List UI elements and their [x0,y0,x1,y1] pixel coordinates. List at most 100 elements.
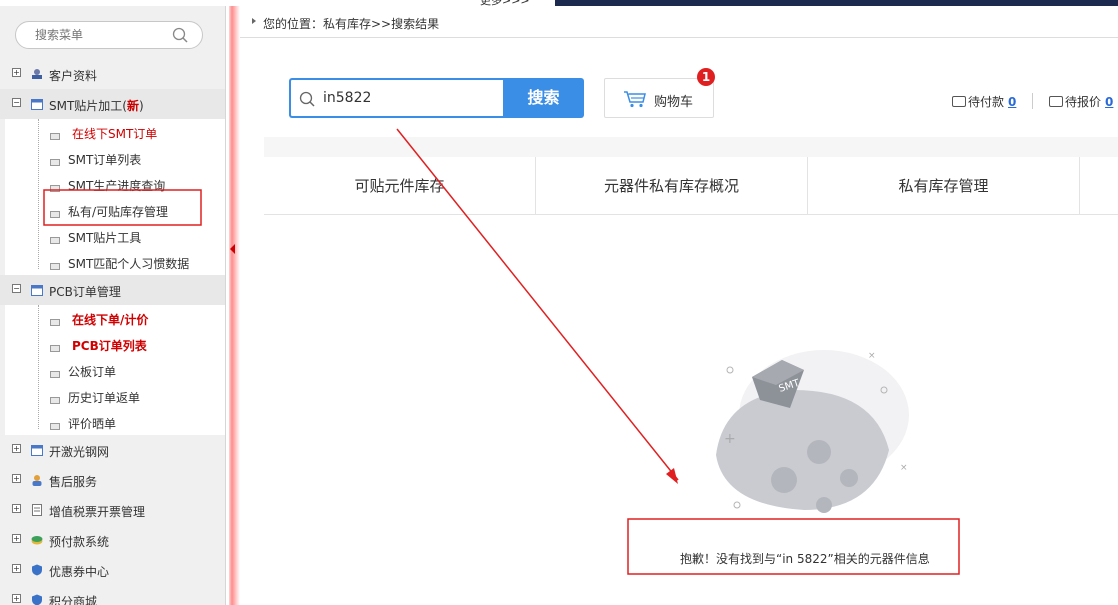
cart-button[interactable]: 购物车 [604,78,714,118]
search-icon [299,91,315,107]
sidebar-item-label: SMT生产进度查询 [68,179,166,193]
sidebar-item-smt-tools[interactable]: SMT贴片工具 [0,223,225,249]
expand-toggle-icon[interactable]: + [12,504,21,513]
sidebar-item-private-inventory[interactable]: 私有/可贴库存管理 [0,197,225,223]
pending-quote-label: 待报价 [1065,95,1102,109]
tab-private-inventory-overview[interactable]: 元器件私有库存概况 [536,157,808,215]
document-icon [50,237,60,244]
sidebar-item-smt-habits[interactable]: SMT匹配个人习惯数据 [0,249,225,275]
search-results-area: SMT + × × 抱歉！没有找到与“in 5822”相关的元器件信息 [264,215,1118,605]
search-button[interactable]: 搜索 [503,78,584,118]
sidebar-group-stencil[interactable]: + 开激光钢网 [0,435,225,465]
svg-text:×: × [900,463,908,473]
svg-text:+: + [724,431,736,447]
sidebar: + 客户资料 − SMT贴片加工(新) 在线下SMT订单 SMT订单列表 SMT… [0,6,226,605]
document-icon [50,211,60,218]
cart-label: 购物车 [654,95,694,110]
quote-icon [1049,96,1064,107]
sidebar-group-invoice[interactable]: + 增值税票开票管理 [0,495,225,525]
sidebar-item-reviews[interactable]: 评价晒单 [0,409,225,435]
document-icon [50,133,60,140]
sidebar-item-label: SMT贴片工具 [68,231,142,245]
breadcrumb: 您的位置：私有库存>>搜索结果 [240,6,1118,38]
document-icon [50,371,60,378]
person-icon [32,475,42,486]
sidebar-group-coupon[interactable]: + 优惠券中心 [0,555,225,585]
sidebar-item-label: 公板订单 [68,365,117,379]
part-search-box[interactable] [289,78,503,118]
collapse-arrow-icon[interactable] [230,244,235,254]
part-search-input[interactable] [323,88,493,108]
order-status-summary: 待付款 0 待报价 0 [952,93,1113,110]
document-icon [50,397,60,404]
expand-toggle-icon[interactable]: + [12,68,21,77]
calendar-icon [31,99,43,110]
empty-result-message: 抱歉！没有找到与“in 5822”相关的元器件信息 [680,552,930,566]
empty-result-illustration: SMT + × × [716,350,909,513]
main-content: 搜索 购物车 1 待付款0 待报价0 可贴元件库存 元器件私有库存概况 私有库存… [264,57,1118,605]
sidebar-item-label: 私有/可贴库存管理 [68,205,169,219]
shield-icon [32,564,42,576]
sidebar-item-smt-order[interactable]: 在线下SMT订单 [0,119,225,145]
triangle-icon [252,18,256,24]
document-icon [50,423,60,430]
pending-pay-label: 待付款 [968,95,1005,109]
search-bar: 搜索 购物车 1 待付款0 待报价0 [264,57,1118,137]
new-tag: 新 [126,99,139,113]
document-icon [50,159,60,166]
sidebar-group-label: SMT贴片加工( [49,99,127,113]
sidebar-group-points-mall[interactable]: + 积分商城 [0,585,225,605]
sidebar-item-label: 历史订单返单 [68,391,141,405]
sidebar-group-prepay[interactable]: + 预付款系统 [0,525,225,555]
expand-toggle-icon[interactable]: + [12,594,21,603]
breadcrumb-text: 您的位置：私有库存>>搜索结果 [263,17,440,31]
document-icon [50,345,60,352]
cart-icon [624,91,646,108]
calendar-icon [31,285,43,296]
sidebar-item-label: 在线下SMT订单 [72,127,158,141]
cart-count-badge: 1 [697,68,715,86]
document-icon [50,319,60,326]
sidebar-group-label: PCB订单管理 [49,285,121,299]
sidebar-group-aftersale[interactable]: + 售后服务 [0,465,225,495]
sidebar-group-label: 优惠券中心 [49,565,110,579]
sidebar-item-history-reorder[interactable]: 历史订单返单 [0,383,225,409]
sidebar-group-label: 积分商城 [49,595,98,605]
sidebar-item-label: SMT匹配个人习惯数据 [68,257,190,271]
sidebar-item-label: 在线下单/计价 [72,313,149,327]
sidebar-item-label: SMT订单列表 [68,153,142,167]
sidebar-group-pcb[interactable]: − PCB订单管理 [0,275,225,305]
sidebar-item-pcb-order-list[interactable]: PCB订单列表 [0,331,225,357]
sidebar-group-label: 增值税票开票管理 [49,505,146,519]
money-icon [31,536,43,545]
sidebar-group-smt[interactable]: − SMT贴片加工(新) [0,89,225,119]
sidebar-item-smt-order-list[interactable]: SMT订单列表 [0,145,225,171]
calendar-icon [31,445,43,456]
sidebar-item-pcb-order[interactable]: 在线下单/计价 [0,305,225,331]
shield-icon [32,594,42,605]
sidebar-item-smt-progress[interactable]: SMT生产进度查询 [0,171,225,197]
expand-toggle-icon[interactable]: + [12,534,21,543]
tab-private-inventory-management[interactable]: 私有库存管理 [808,157,1080,215]
menu-search-box[interactable] [15,21,203,49]
pending-pay-count[interactable]: 0 [1008,95,1016,109]
collapse-toggle-icon[interactable]: − [12,98,21,107]
tab-mountable-inventory[interactable]: 可贴元件库存 [264,157,536,215]
collapse-toggle-icon[interactable]: − [12,284,21,293]
sidebar-group-customer[interactable]: + 客户资料 [0,59,225,89]
sidebar-group-label: 客户资料 [49,69,98,83]
expand-toggle-icon[interactable]: + [12,564,21,573]
document-icon [50,263,60,270]
expand-toggle-icon[interactable]: + [12,444,21,453]
wallet-icon [952,96,966,107]
pending-quote-count[interactable]: 0 [1105,95,1113,109]
divider [1032,93,1034,109]
search-icon[interactable] [172,27,188,43]
sidebar-group-label: 预付款系统 [49,535,110,549]
sidebar-group-label: 售后服务 [49,475,98,489]
menu-search-input[interactable] [35,26,165,44]
expand-toggle-icon[interactable]: + [12,474,21,483]
sidebar-item-public-board[interactable]: 公板订单 [0,357,225,383]
customer-icon [32,69,42,79]
sidebar-collapse-handle[interactable] [226,6,240,605]
